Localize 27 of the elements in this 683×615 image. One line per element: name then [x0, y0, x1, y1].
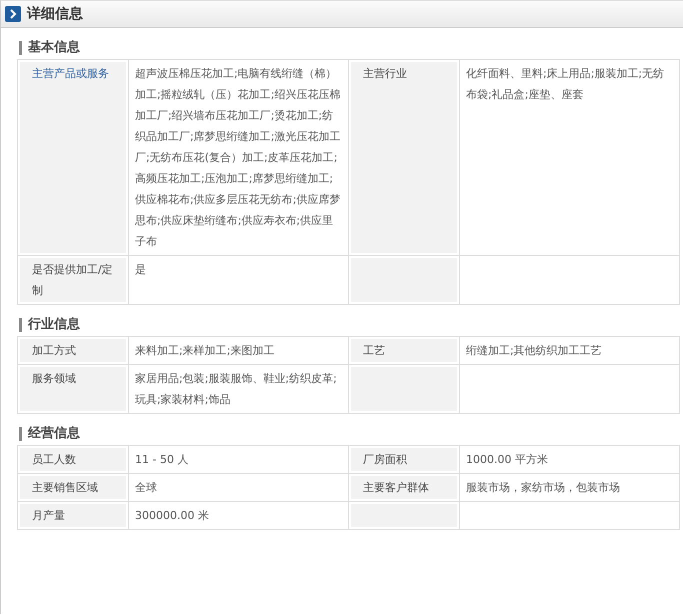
field-value: 1000.00 平方米	[466, 453, 548, 466]
section-title: 经营信息	[19, 427, 667, 441]
field-value: 来料加工;来样加工;来图加工	[135, 344, 274, 357]
field-value: 家居用品;包装;服装服饰、鞋业;纺织皮革;玩具;家装材料;饰品	[135, 372, 337, 406]
field-value: 300000.00 米	[135, 509, 209, 522]
section-title: 行业信息	[19, 318, 667, 332]
field-value: 全球	[135, 481, 157, 494]
field-label: 厂房面积	[363, 453, 407, 466]
field-label: 主营行业	[363, 67, 407, 80]
field-label: 主要客户群体	[363, 481, 429, 494]
field-value: 绗缝加工;其他纺织加工工艺	[466, 344, 602, 357]
field-label-link[interactable]: 主营产品或服务	[32, 67, 109, 80]
field-value: 超声波压棉压花加工;电脑有线绗缝（棉）加工;摇粒绒轧（压）花加工;绍兴压花压棉加工厂;绍兴墙布压花加工厂;烫花加工;纺织品加工厂;席梦思绗缝加工;激光压花加工厂;无纺布压花(复合）加工;皮革压花加工;高频压花加工;压泡加工;席梦思绗缝加工;供应棉花布;供应多层压花无纺布;供应席梦思布;供应床垫绗缝布;供应寿衣布;供应里子布	[135, 67, 340, 248]
field-value: 服装市场，家纺市场，包装市场	[466, 481, 620, 494]
field-value: 化纤面料、里料;床上用品;服装加工;无纺布袋;礼品盒;座垫、座套	[466, 67, 664, 101]
chevron-icon[interactable]	[5, 6, 21, 22]
section-title: 基本信息	[19, 41, 667, 55]
field-label: 服务领域	[32, 372, 76, 385]
field-label: 工艺	[363, 344, 385, 357]
field-label: 主要销售区域	[32, 481, 98, 494]
field-label: 员工人数	[32, 453, 76, 466]
field-label: 月产量	[32, 509, 65, 522]
field-value: 是	[135, 263, 146, 276]
field-value: 11 - 50 人	[135, 453, 188, 466]
field-label: 加工方式	[32, 344, 76, 357]
field-label: 是否提供加工/定制	[32, 263, 113, 297]
panel-title: 详细信息	[27, 5, 83, 23]
